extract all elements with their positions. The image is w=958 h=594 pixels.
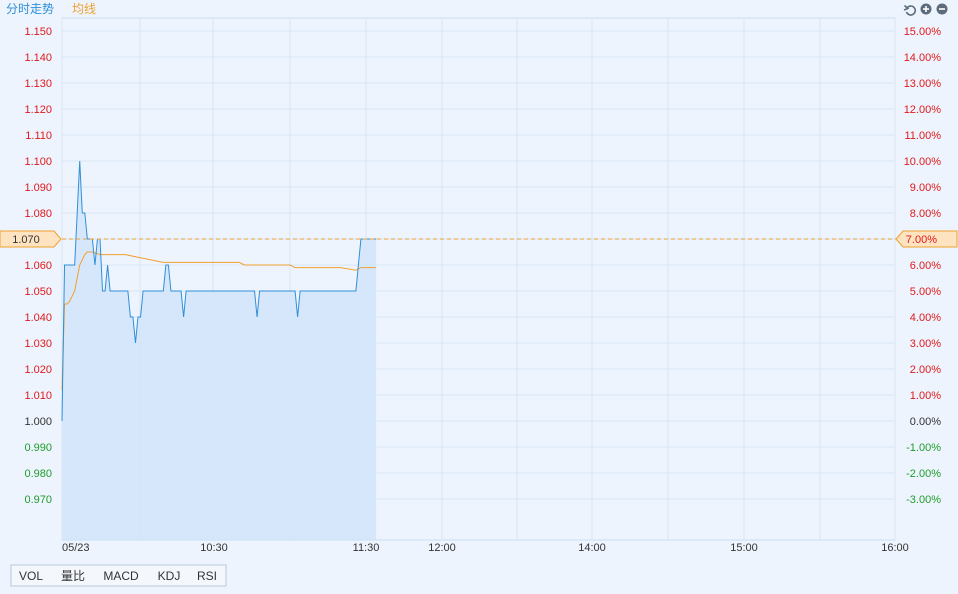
y-tick-label: 1.020 [24,364,52,376]
x-tick-label: 10:30 [200,542,228,554]
x-tick-label: 12:00 [428,542,456,554]
tab-macd[interactable]: MACD [103,569,139,583]
y-tick-label: 1.060 [24,260,52,272]
x-tick-label: 16:00 [881,542,909,554]
y-tick-label: 1.090 [24,182,52,194]
current-price-label: 1.070 [12,234,40,246]
y-tick-label: 1.040 [24,312,52,324]
y-pct-tick-label: 15.00% [904,26,942,38]
x-tick-label: 14:00 [578,542,606,554]
y-pct-tick-label: 14.00% [904,52,942,64]
y-tick-label: 0.990 [24,442,52,454]
tab-kdj[interactable]: KDJ [158,569,181,583]
x-tick-label: 11:30 [353,542,380,554]
y-tick-label: 1.010 [24,390,52,402]
y-pct-tick-label: 6.00% [910,260,941,272]
y-tick-label: 1.080 [24,208,52,220]
chart-title[interactable]: 分时走势 [6,2,54,16]
avg-line-legend[interactable]: 均线 [72,2,96,16]
y-pct-tick-label: -3.00% [906,494,941,506]
indicator-tabs: VOL 量比 MACD KDJ RSI [10,564,227,587]
y-pct-tick-label: 3.00% [910,338,941,350]
y-pct-tick-label: -1.00% [906,442,941,454]
y-pct-tick-label: 4.00% [910,312,941,324]
y-pct-tick-label: 8.00% [910,208,941,220]
y-pct-tick-label: 12.00% [904,104,942,116]
x-tick-label: 05/23 [62,542,90,554]
y-pct-tick-label: 9.00% [910,182,941,194]
y-pct-tick-label: 5.00% [910,286,941,298]
y-tick-label: 0.980 [24,468,52,480]
y-tick-label: 1.100 [24,156,52,168]
y-pct-tick-label: 2.00% [910,364,941,376]
y-pct-tick-label: -2.00% [906,468,941,480]
current-pct-label: 7.00% [906,234,937,246]
y-tick-label: 1.150 [24,26,52,38]
y-tick-label: 1.120 [24,104,52,116]
y-tick-label: 1.000 [24,416,52,428]
tab-rsi[interactable]: RSI [197,569,217,583]
y-tick-label: 1.050 [24,286,52,298]
zoom-out-icon[interactable] [936,3,948,15]
y-tick-label: 1.030 [24,338,52,350]
tab-vol[interactable]: VOL [19,569,43,583]
y-tick-label: 0.970 [24,494,52,506]
y-pct-tick-label: 0.00% [910,416,941,428]
y-pct-tick-label: 10.00% [904,156,942,168]
x-tick-label: 15:00 [730,542,758,554]
y-pct-tick-label: 13.00% [904,78,942,90]
zoom-in-icon[interactable] [920,3,932,15]
y-pct-tick-label: 11.00% [905,130,942,142]
y-tick-label: 1.130 [24,78,52,90]
y-pct-tick-label: 1.00% [910,390,941,402]
y-tick-label: 1.140 [24,52,52,64]
intraday-chart: 分时走势 均线 1.150 1.140 1.130 1.120 1.110 1.100 1.… [0,0,958,594]
tab-volume-ratio[interactable]: 量比 [61,569,85,583]
y-tick-label: 1.110 [25,130,52,142]
